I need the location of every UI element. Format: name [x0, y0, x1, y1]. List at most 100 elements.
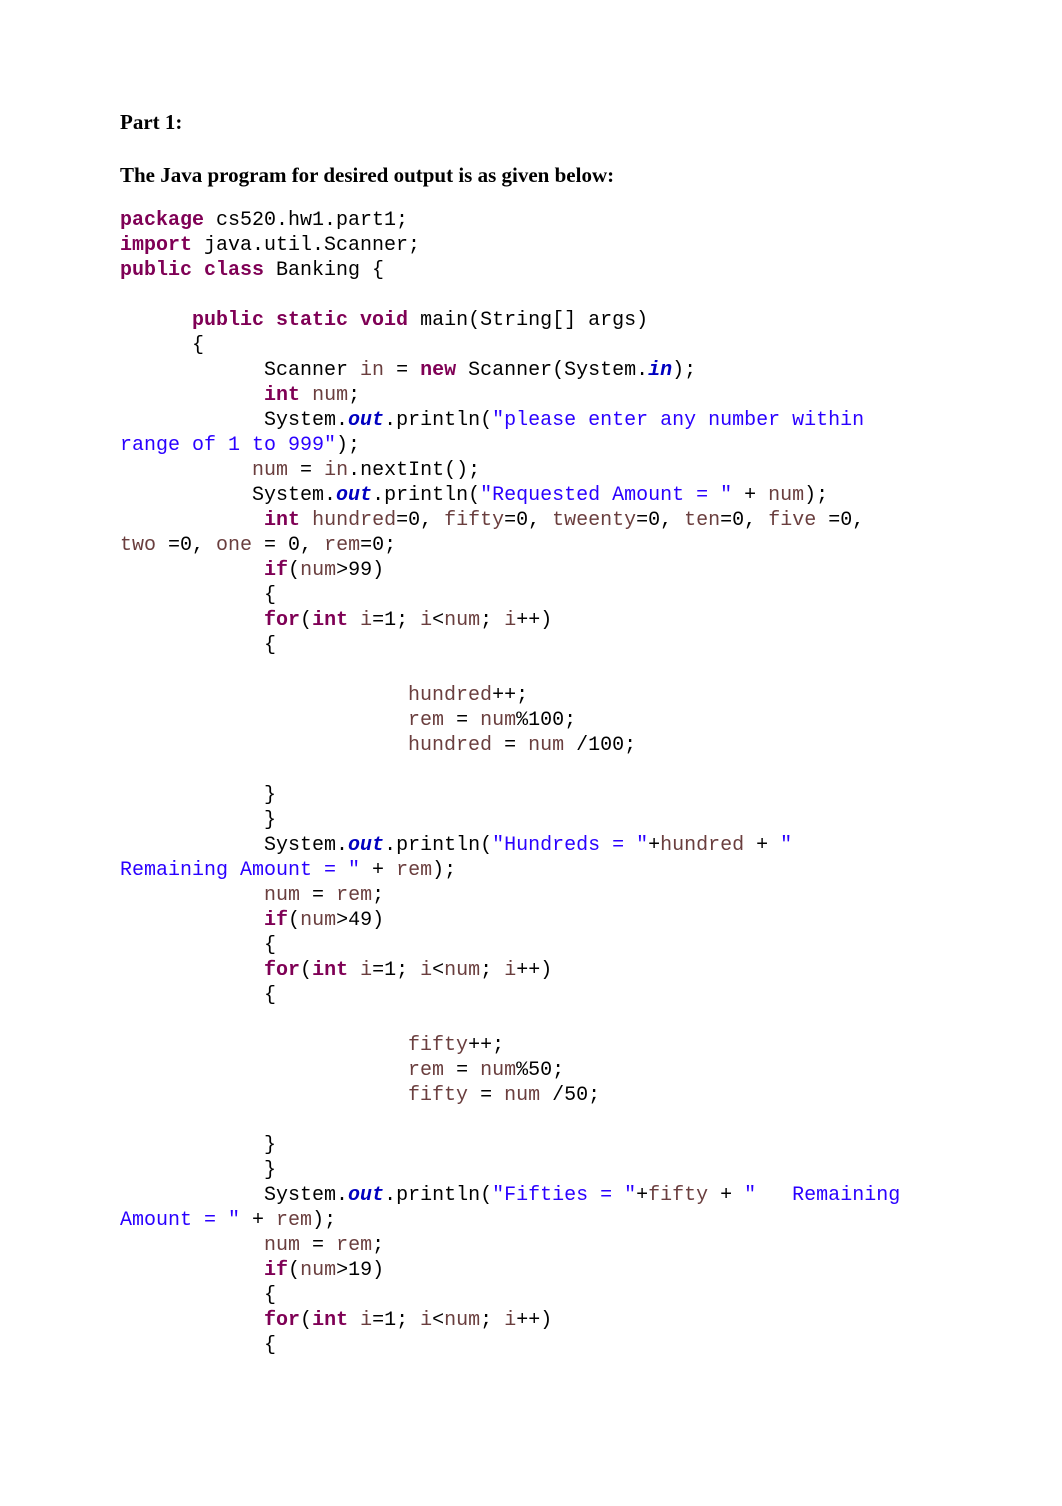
code-token: i: [360, 609, 372, 632]
code-token: =: [384, 359, 420, 382]
code-token: .println(: [384, 409, 492, 432]
code-token: +: [708, 1184, 744, 1207]
code-token: .println(: [384, 1184, 492, 1207]
code-token: <: [432, 609, 444, 632]
code-token: if: [264, 909, 288, 932]
code-token: i: [360, 959, 372, 982]
code-token: [300, 509, 312, 532]
code-token: num: [504, 1084, 540, 1107]
code-token: System.: [120, 484, 336, 507]
code-token: );: [336, 434, 360, 457]
code-token: ": [780, 834, 816, 857]
code-token: (: [300, 1309, 312, 1332]
code-token: hundred: [408, 734, 492, 757]
code-token: <: [432, 1309, 444, 1332]
code-token: [120, 709, 408, 732]
code-token: [120, 734, 408, 757]
code-token: =0,: [504, 509, 552, 532]
code-token: +: [744, 834, 780, 857]
code-token: public: [192, 309, 264, 332]
code-token: i: [420, 959, 432, 982]
code-token: rem: [276, 1209, 312, 1232]
code-token: System.: [120, 1184, 348, 1207]
code-token: +: [648, 834, 660, 857]
code-token: Scanner(System.: [456, 359, 648, 382]
code-token: {: [120, 984, 276, 1007]
code-token: int: [264, 384, 300, 407]
code-token: );: [804, 484, 828, 507]
code-token: i: [504, 959, 516, 982]
code-token: i: [420, 609, 432, 632]
code-token: num: [444, 959, 480, 982]
code-token: [120, 959, 264, 982]
code-token: package: [120, 209, 204, 232]
code-token: }: [120, 1134, 276, 1157]
code-token: in: [324, 459, 348, 482]
code-token: i: [420, 1309, 432, 1332]
code-token: for: [264, 609, 300, 632]
code-token: num: [264, 884, 300, 907]
code-token: >49): [336, 909, 384, 932]
code-token: [300, 384, 312, 407]
code-token: =: [468, 1084, 504, 1107]
code-token: [348, 959, 360, 982]
code-token: =: [288, 459, 324, 482]
code-token: [120, 1059, 408, 1082]
code-token: ;: [372, 884, 384, 907]
code-token: =0,: [636, 509, 684, 532]
code-token: );: [432, 859, 456, 882]
code-token: "Requested Amount = ": [480, 484, 732, 507]
code-token: }: [120, 809, 276, 832]
code-token: {: [120, 584, 276, 607]
code-token: hundred: [312, 509, 396, 532]
code-token: two: [120, 534, 156, 557]
code-token: ten: [684, 509, 720, 532]
code-token: [348, 1309, 360, 1332]
code-token: num: [300, 909, 336, 932]
code-token: {: [120, 334, 204, 357]
code-token: in: [360, 359, 384, 382]
code-token: =: [444, 1059, 480, 1082]
code-token: ++): [516, 1309, 552, 1332]
code-token: %50;: [516, 1059, 564, 1082]
code-token: Amount = ": [120, 1209, 240, 1232]
code-token: );: [672, 359, 696, 382]
code-token: [120, 1084, 408, 1107]
code-token: (: [300, 959, 312, 982]
code-token: if: [264, 1259, 288, 1282]
code-token: =: [300, 884, 336, 907]
code-token: +: [732, 484, 768, 507]
code-token: Banking {: [264, 259, 384, 282]
code-token: ;: [480, 959, 504, 982]
code-token: =0,: [816, 509, 876, 532]
code-token: =: [492, 734, 528, 757]
code-token: out: [336, 484, 372, 507]
code-token: num: [444, 1309, 480, 1332]
code-token: hundred: [660, 834, 744, 857]
code-token: =0,: [720, 509, 768, 532]
code-token: (: [288, 909, 300, 932]
code-token: %100;: [516, 709, 576, 732]
code-token: ++): [516, 959, 552, 982]
code-token: /100;: [564, 734, 636, 757]
code-token: int: [312, 1309, 348, 1332]
code-token: num: [252, 459, 288, 482]
code-token: out: [348, 409, 384, 432]
code-token: ;: [480, 609, 504, 632]
code-token: [120, 309, 192, 332]
code-token: for: [264, 1309, 300, 1332]
code-token: static: [264, 309, 348, 332]
heading-sub: The Java program for desired output is a…: [120, 163, 942, 188]
code-token: [120, 509, 264, 532]
code-token: rem: [324, 534, 360, 557]
code-token: [120, 459, 252, 482]
code-token: i: [504, 609, 516, 632]
code-token: [120, 909, 264, 932]
code-token: [120, 559, 264, 582]
code-token: [120, 384, 264, 407]
code-token: =: [300, 1234, 336, 1257]
code-token: java.util.Scanner;: [192, 234, 420, 257]
code-token: rem: [336, 1234, 372, 1257]
code-token: rem: [408, 709, 444, 732]
code-token: num: [480, 709, 516, 732]
